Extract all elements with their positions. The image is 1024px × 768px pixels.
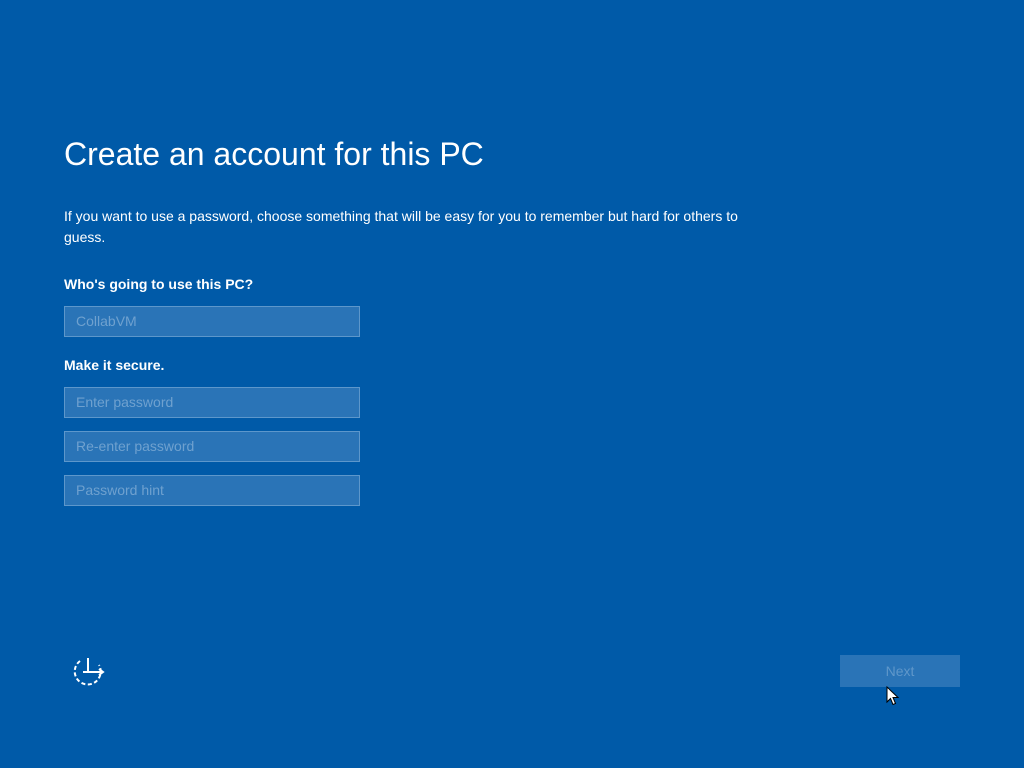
password-hint-field[interactable]: Password hint	[64, 475, 360, 506]
oobe-account-screen: Create an account for this PC If you wan…	[0, 0, 1024, 768]
page-description: If you want to use a password, choose so…	[64, 208, 738, 245]
page-title: Create an account for this PC	[64, 136, 484, 172]
next-button[interactable]: Next	[840, 655, 960, 687]
password-field[interactable]: Enter password	[64, 387, 360, 418]
who-uses-pc-label: Who's going to use this PC?	[64, 276, 254, 292]
make-it-secure-label: Make it secure.	[64, 357, 165, 373]
username-field[interactable]: CollabVM	[64, 306, 360, 337]
reenter-password-field[interactable]: Re-enter password	[64, 431, 360, 462]
ease-of-access-icon[interactable]	[70, 655, 106, 687]
mouse-cursor-icon	[886, 686, 900, 706]
